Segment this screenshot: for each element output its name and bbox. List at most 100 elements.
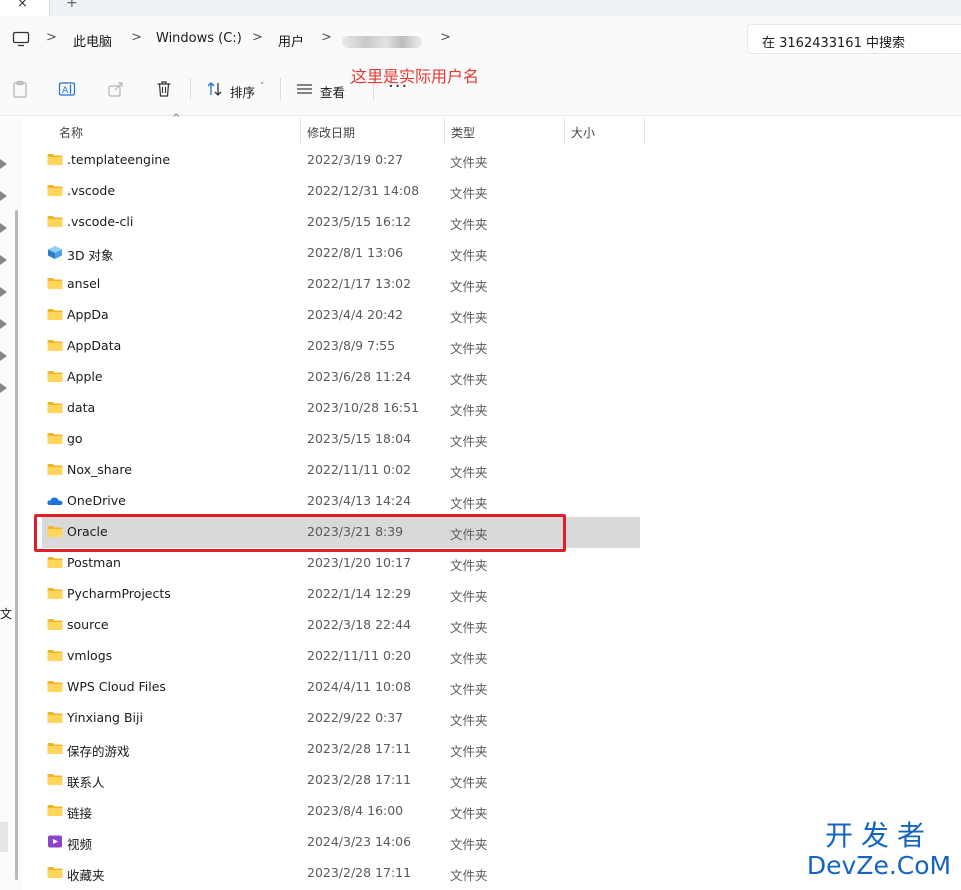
file-row[interactable]: PycharmProjects 2022/1/14 12:29 文件夹 (42, 579, 640, 610)
file-row[interactable]: Postman 2023/1/20 10:17 文件夹 (42, 548, 640, 579)
file-name[interactable]: Postman (67, 555, 121, 570)
file-row[interactable]: 收藏夹 2023/2/28 17:11 文件夹 (42, 858, 640, 889)
file-row[interactable]: .templateengine 2022/3/19 0:27 文件夹 (42, 145, 640, 176)
file-row[interactable]: vmlogs 2022/11/11 0:20 文件夹 (42, 641, 640, 672)
breadcrumb-c-drive[interactable]: Windows (C:) (156, 31, 242, 46)
file-name[interactable]: .templateengine (67, 152, 170, 167)
file-row[interactable]: Apple 2023/6/28 11:24 文件夹 (42, 362, 640, 393)
chevron-right-icon[interactable]: > (252, 30, 263, 45)
view-icon[interactable] (296, 80, 314, 98)
watermark-line1: 开发者 (824, 819, 933, 852)
file-name[interactable]: WPS Cloud Files (67, 679, 166, 694)
file-name[interactable]: source (67, 617, 109, 632)
file-row[interactable]: .vscode-cli 2023/5/15 16:12 文件夹 (42, 207, 640, 238)
folder-icon (47, 866, 63, 879)
tab-active[interactable]: × (0, 0, 50, 16)
nav-item-label[interactable]: 文 (0, 605, 12, 622)
view-button[interactable]: 查看 (320, 82, 345, 101)
chevron-right-icon[interactable]: > (321, 30, 332, 45)
file-name[interactable]: .vscode (67, 183, 115, 198)
expand-arrow-icon[interactable] (0, 255, 8, 265)
file-name[interactable]: 保存的游戏 (67, 741, 130, 760)
expand-arrow-icon[interactable] (0, 383, 8, 393)
file-row[interactable]: 3D 对象 2022/8/1 13:06 文件夹 (42, 238, 640, 269)
highlight-annotation-box (34, 514, 566, 552)
chevron-down-icon[interactable]: ˅ (260, 82, 265, 92)
file-name[interactable]: Nox_share (67, 462, 132, 477)
column-header-size[interactable]: 大小 (564, 117, 644, 145)
file-date: 2022/9/22 0:37 (307, 710, 404, 725)
sort-icon[interactable] (206, 80, 224, 98)
file-row[interactable]: OneDrive 2023/4/13 14:24 文件夹 (42, 486, 640, 517)
nav-scrollbar[interactable] (15, 210, 18, 880)
file-name[interactable]: 联系人 (67, 772, 105, 791)
file-name[interactable]: ansel (67, 276, 100, 291)
column-header-date[interactable]: 修改日期 (300, 117, 444, 145)
toolbar-divider (190, 78, 191, 100)
file-type: 文件夹 (450, 713, 488, 728)
file-row[interactable]: source 2022/3/18 22:44 文件夹 (42, 610, 640, 641)
expand-arrow-icon[interactable] (0, 223, 8, 233)
column-header-name[interactable]: 名称 (52, 117, 300, 145)
file-row[interactable]: AppDa 2023/4/4 20:42 文件夹 (42, 300, 640, 331)
sort-button[interactable]: 排序 (230, 82, 255, 101)
chevron-right-icon[interactable]: > (440, 30, 451, 45)
chevron-right-icon[interactable]: > (46, 30, 57, 45)
toolbar-divider (280, 78, 281, 100)
file-name[interactable]: AppData (67, 338, 121, 353)
file-name[interactable]: go (67, 431, 83, 446)
computer-icon[interactable] (12, 31, 30, 47)
rename-icon[interactable]: A (58, 80, 76, 98)
redacted-username[interactable] (342, 36, 422, 48)
tab-strip: × + (0, 0, 961, 16)
column-divider[interactable] (644, 117, 645, 145)
file-date: 2022/12/31 14:08 (307, 183, 420, 198)
expand-arrow-icon[interactable] (0, 159, 8, 169)
chevron-right-icon[interactable]: > (131, 30, 142, 45)
file-row[interactable]: 链接 2023/8/4 16:00 文件夹 (42, 796, 640, 827)
expand-arrow-icon[interactable] (0, 319, 8, 329)
file-row[interactable]: 联系人 2023/2/28 17:11 文件夹 (42, 765, 640, 796)
file-row[interactable]: WPS Cloud Files 2024/4/11 10:08 文件夹 (42, 672, 640, 703)
file-row[interactable]: 保存的游戏 2023/2/28 17:11 文件夹 (42, 734, 640, 765)
file-name[interactable]: 视频 (67, 834, 92, 853)
delete-icon[interactable] (155, 80, 173, 98)
file-name[interactable]: Apple (67, 369, 103, 384)
search-input[interactable]: 在 3162433161 中搜索 (747, 24, 961, 54)
breadcrumb[interactable]: > 此电脑 > Windows (C:) > 用户 > > (0, 22, 740, 56)
file-date: 2023/4/13 14:24 (307, 493, 412, 508)
file-name[interactable]: vmlogs (67, 648, 112, 663)
column-header-type[interactable]: 类型 (444, 117, 564, 145)
file-name[interactable]: Yinxiang Biji (67, 710, 143, 725)
watermark: 开发者 DevZe.CoM (804, 820, 954, 880)
file-row[interactable]: data 2023/10/28 16:51 文件夹 (42, 393, 640, 424)
file-date: 2022/11/11 0:02 (307, 462, 412, 477)
file-name[interactable]: data (67, 400, 95, 415)
file-name[interactable]: OneDrive (67, 493, 126, 508)
file-name[interactable]: 3D 对象 (67, 245, 114, 264)
new-tab-icon[interactable]: + (66, 0, 78, 11)
file-row[interactable]: Yinxiang Biji 2022/9/22 0:37 文件夹 (42, 703, 640, 734)
file-name[interactable]: 收藏夹 (67, 865, 105, 884)
file-row[interactable]: Nox_share 2022/11/11 0:02 文件夹 (42, 455, 640, 486)
share-icon[interactable] (107, 80, 125, 98)
file-name[interactable]: 链接 (67, 803, 92, 822)
file-name[interactable]: AppDa (67, 307, 109, 322)
paste-icon[interactable] (11, 80, 29, 98)
file-name[interactable]: PycharmProjects (67, 586, 171, 601)
file-row[interactable]: AppData 2023/8/9 7:55 文件夹 (42, 331, 640, 362)
file-type: 文件夹 (450, 279, 488, 294)
file-row[interactable]: ansel 2022/1/17 13:02 文件夹 (42, 269, 640, 300)
file-row[interactable]: 视频 2024/3/23 14:06 文件夹 (42, 827, 640, 858)
nav-item-selected[interactable] (0, 822, 8, 852)
close-tab-icon[interactable]: × (17, 0, 28, 11)
breadcrumb-users[interactable]: 用户 (278, 31, 304, 50)
file-name[interactable]: .vscode-cli (67, 214, 133, 229)
folder-icon (47, 370, 63, 383)
expand-arrow-icon[interactable] (0, 191, 8, 201)
expand-arrow-icon[interactable] (0, 351, 8, 361)
file-row[interactable]: go 2023/5/15 18:04 文件夹 (42, 424, 640, 455)
breadcrumb-this-pc[interactable]: 此电脑 (73, 31, 112, 50)
file-row[interactable]: .vscode 2022/12/31 14:08 文件夹 (42, 176, 640, 207)
expand-arrow-icon[interactable] (0, 287, 8, 297)
